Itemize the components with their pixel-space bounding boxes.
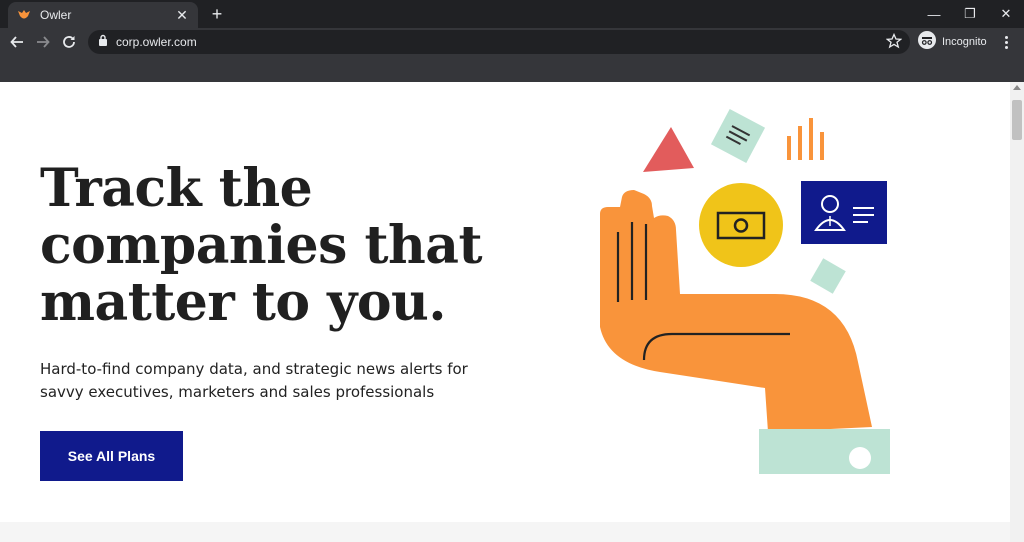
close-window-button[interactable]: ✕	[988, 0, 1024, 28]
toolbar-spacer	[0, 56, 1024, 82]
page-content: Track the companies that matter to you. …	[0, 82, 1010, 542]
cuff-shape	[759, 429, 890, 474]
star-icon[interactable]	[885, 32, 903, 54]
diamond-shape	[810, 258, 846, 294]
minimize-button[interactable]: —	[916, 0, 952, 28]
profile-button[interactable]: Incognito	[918, 30, 990, 54]
tab-close-icon[interactable]: ✕	[174, 7, 190, 24]
forward-icon[interactable]	[33, 32, 53, 52]
scroll-thumb[interactable]	[1012, 100, 1022, 140]
url-text: corp.owler.com	[116, 35, 197, 49]
contact-card-icon	[801, 181, 887, 244]
restore-button[interactable]: ❐	[952, 0, 988, 28]
reload-icon[interactable]	[59, 32, 79, 52]
triangle-shape	[643, 127, 694, 172]
bar-chart-icon	[787, 118, 824, 160]
page-scrollbar[interactable]	[1010, 82, 1024, 542]
see-all-plans-button[interactable]: See All Plans	[40, 431, 183, 481]
browser-toolbar: corp.owler.com Incognito	[0, 28, 1024, 56]
menu-icon[interactable]	[998, 32, 1014, 52]
incognito-label: Incognito	[942, 36, 987, 48]
money-icon	[699, 183, 783, 267]
incognito-icon	[918, 30, 936, 54]
note-icon	[710, 108, 766, 164]
tab-owler[interactable]: Owler ✕	[8, 2, 198, 28]
owler-favicon-icon	[16, 7, 32, 23]
address-bar[interactable]: corp.owler.com	[88, 30, 910, 54]
new-tab-button[interactable]: +	[207, 4, 227, 24]
hero-title: Track the companies that matter to you.	[40, 158, 482, 333]
tab-strip: Owler ✕ + — ❐ ✕	[0, 0, 1024, 28]
tab-title: Owler	[40, 8, 72, 22]
lock-icon	[98, 33, 108, 51]
back-icon[interactable]	[7, 32, 27, 52]
section-divider	[0, 522, 1010, 542]
hero-subtitle: Hard-to-find company data, and strategic…	[40, 360, 468, 401]
hero-illustration	[600, 108, 890, 474]
scroll-up-icon[interactable]	[1013, 85, 1021, 90]
